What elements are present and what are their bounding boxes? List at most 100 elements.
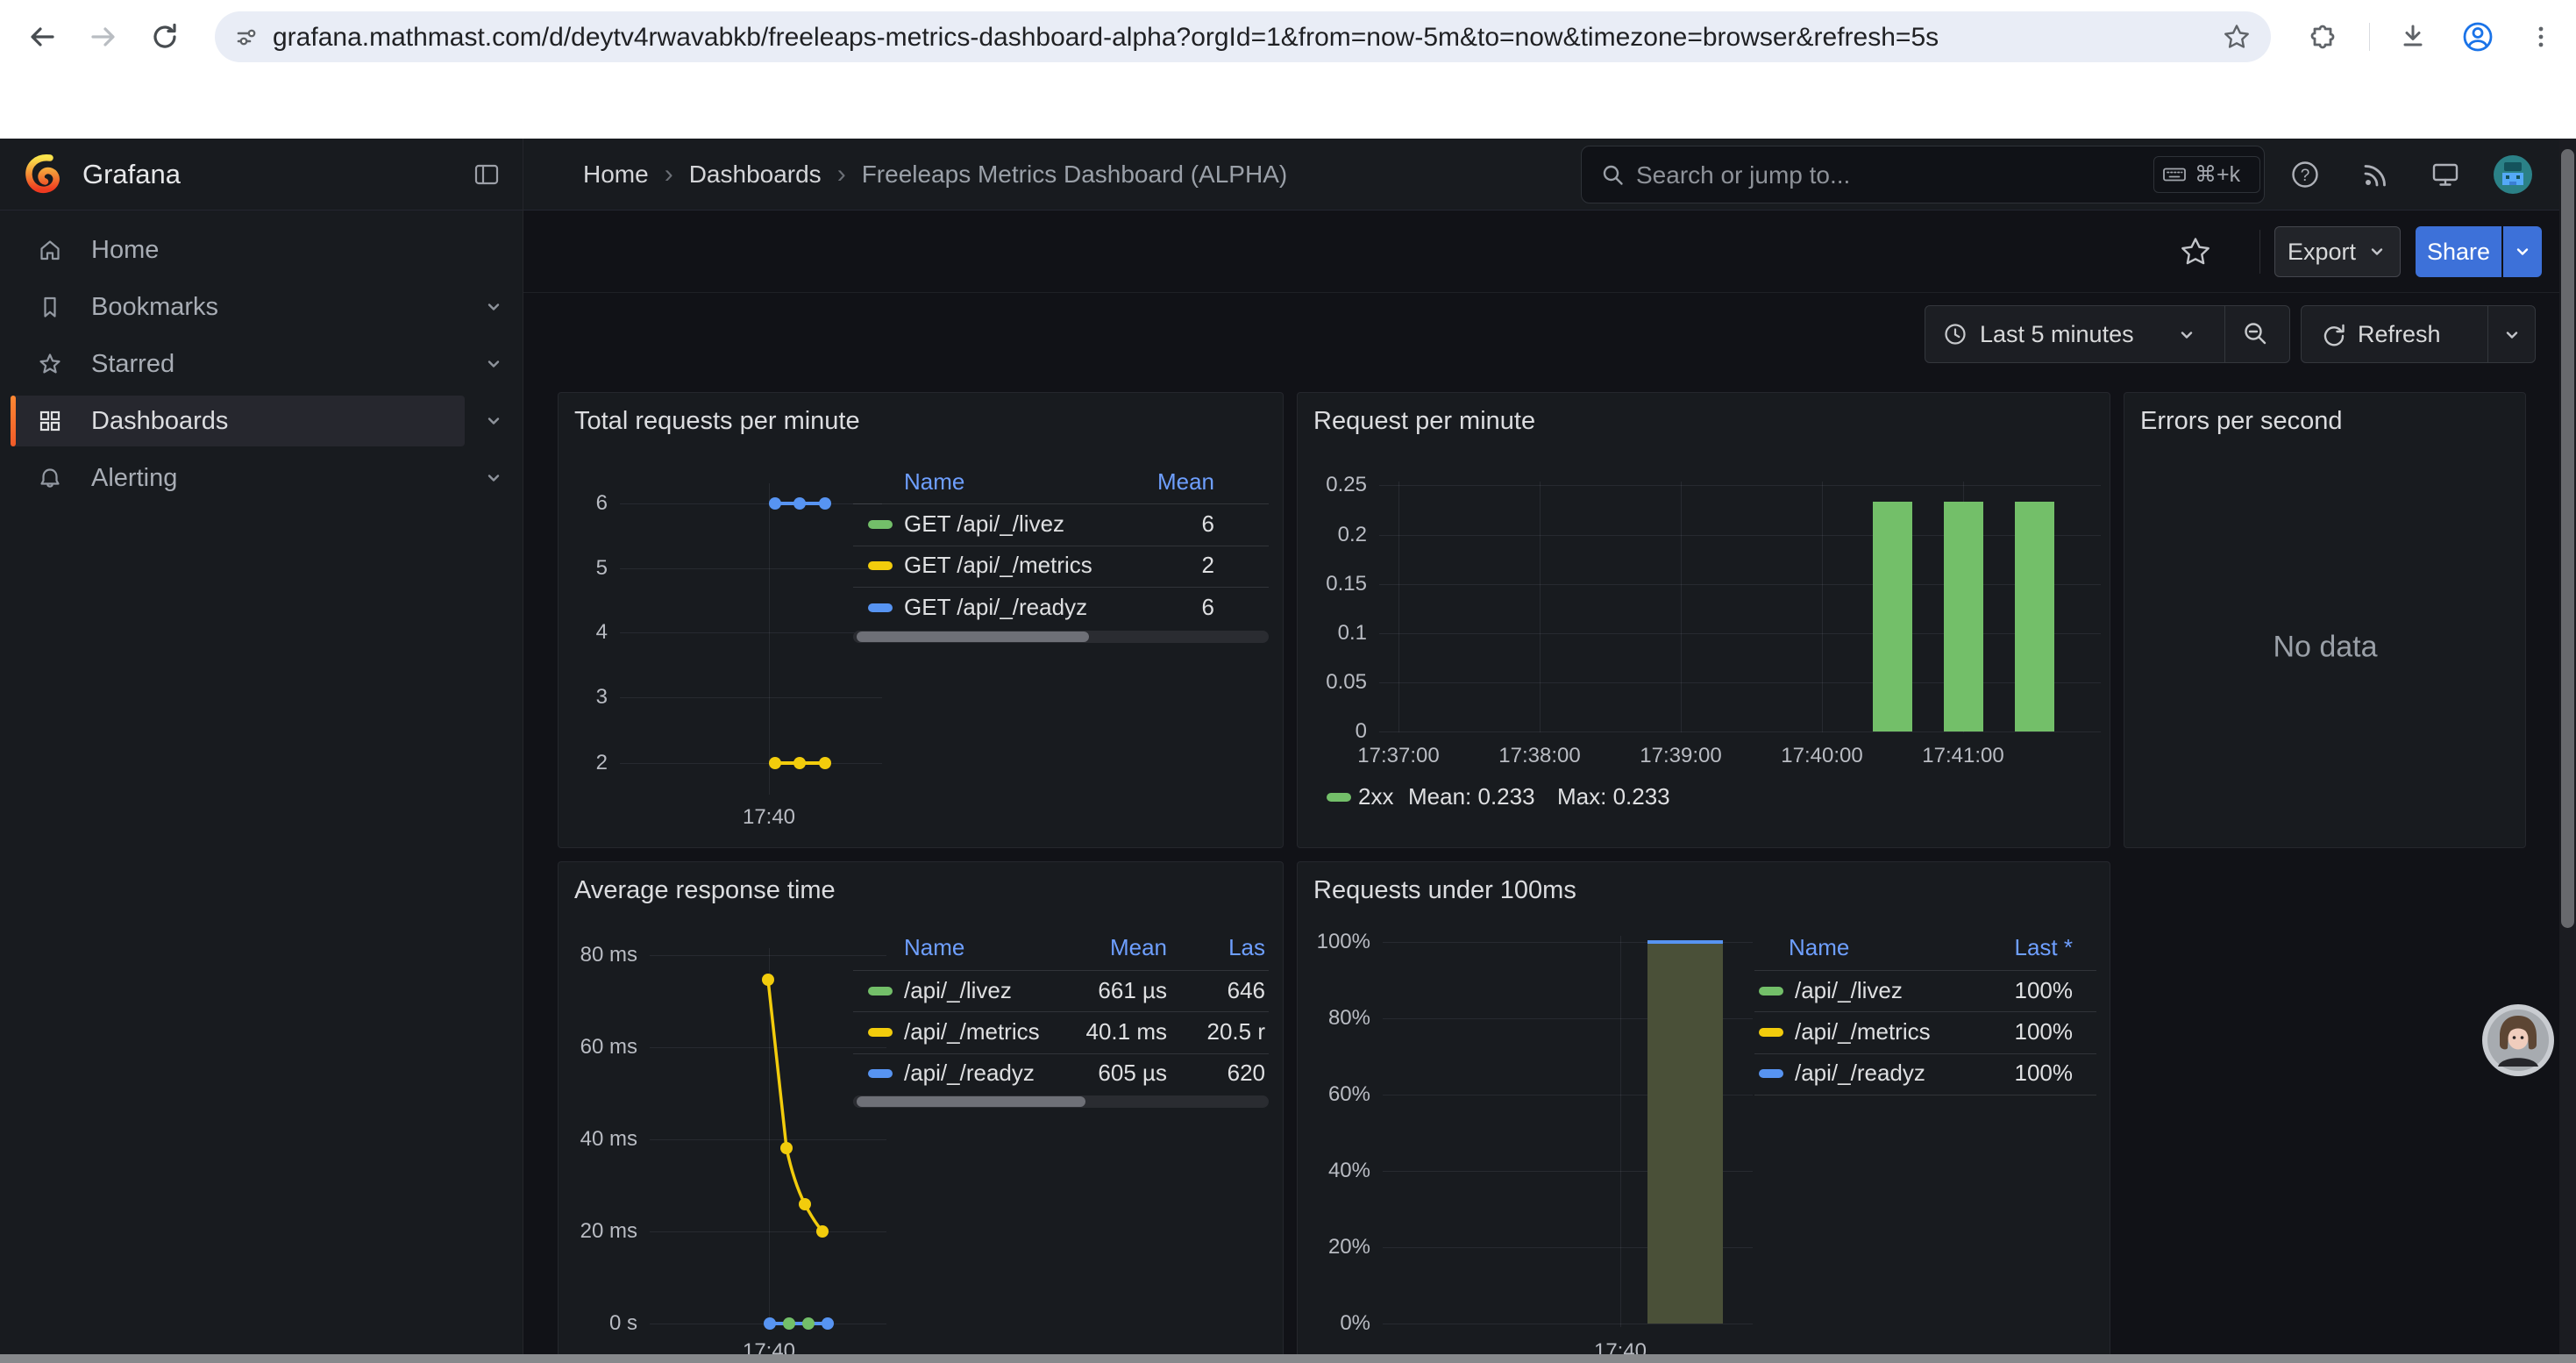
menu-dots-icon[interactable] — [2523, 19, 2558, 54]
panel-title[interactable]: Errors per second — [2140, 407, 2343, 436]
legend-series-name[interactable]: 2xx — [1358, 783, 1393, 810]
help-icon[interactable]: ? — [2288, 157, 2323, 192]
legend-header[interactable]: Las — [1090, 934, 1265, 961]
x-tick-label: 17:40:00 — [1752, 744, 1892, 768]
data-point — [764, 1317, 776, 1330]
profile-icon[interactable] — [2460, 19, 2495, 54]
legend-header[interactable]: Name — [904, 934, 964, 961]
site-info-icon[interactable] — [232, 23, 260, 51]
sidebar-item-alerting[interactable]: Alerting — [11, 453, 465, 503]
legend-header[interactable]: Name — [1789, 934, 1849, 961]
legend-swatch — [1759, 987, 1783, 995]
y-tick-label: 40 ms — [559, 1127, 637, 1152]
x-tick-label: 17:40 — [721, 805, 817, 830]
y-tick-label: 0.25 — [1298, 473, 1367, 497]
search-box[interactable]: ⌘+k — [1581, 146, 2265, 203]
legend-header[interactable]: Mean — [1039, 468, 1214, 496]
data-point — [769, 497, 781, 510]
address-bar[interactable] — [215, 11, 2271, 62]
sidebar-item-bookmarks[interactable]: Bookmarks — [11, 282, 465, 332]
gridline-vertical — [1398, 482, 1399, 732]
export-label: Export — [2288, 239, 2356, 266]
window-bottom-edge — [0, 1354, 2576, 1363]
sidebar-item-starred[interactable]: Starred — [11, 339, 465, 389]
legend-divider — [853, 587, 1269, 588]
chevron-down-icon[interactable] — [483, 467, 504, 489]
shortcut-chip: ⌘+k — [2153, 156, 2260, 193]
chevron-down-icon — [2366, 241, 2387, 262]
extensions-icon[interactable] — [2304, 19, 2339, 54]
series-line-top — [1647, 940, 1723, 944]
brand-name: Grafana — [82, 159, 181, 190]
chevron-down-icon[interactable] — [483, 410, 504, 432]
bookmark-icon — [37, 294, 63, 320]
share-button[interactable]: Share — [2416, 226, 2501, 277]
grafana-logo-icon[interactable] — [23, 153, 65, 196]
chevron-right-icon: › — [665, 160, 673, 189]
collapse-sidebar-icon[interactable] — [472, 160, 502, 189]
chevron-down-icon[interactable] — [483, 353, 504, 375]
time-range-label[interactable]: Last 5 minutes — [1980, 306, 2134, 362]
panel-title[interactable]: Total requests per minute — [574, 407, 860, 436]
assistant-avatar[interactable] — [2481, 1003, 2555, 1077]
y-tick-label: 4 — [559, 620, 608, 645]
toolbar-divider — [2369, 23, 2370, 51]
export-button[interactable]: Export — [2274, 226, 2401, 277]
sidebar-item-home[interactable]: Home — [11, 225, 465, 275]
panel-title[interactable]: Average response time — [574, 876, 836, 905]
chart-total-requests: 6543217:40NameMeanGET /api/_/livez6GET /… — [559, 393, 1283, 847]
reload-icon[interactable] — [147, 19, 182, 54]
breadcrumb-dashboards[interactable]: Dashboards — [689, 161, 822, 189]
data-point — [822, 1317, 834, 1330]
dashboard-canvas: Last 5 minutes Refresh 6543217:40NameMea… — [523, 293, 2576, 1363]
chevron-down-icon[interactable] — [483, 296, 504, 318]
y-tick-label: 0 — [1298, 719, 1367, 744]
y-tick-label: 0.1 — [1298, 621, 1367, 646]
refresh-label[interactable]: Refresh — [2358, 306, 2441, 362]
gridline-horizontal — [620, 503, 882, 504]
forward-icon[interactable] — [86, 19, 121, 54]
download-icon[interactable] — [2395, 19, 2430, 54]
legend-value: 100% — [1897, 977, 2073, 1004]
display-kiosk-icon[interactable] — [2428, 157, 2463, 192]
favorite-star-icon[interactable] — [2178, 234, 2213, 269]
gridline-vertical — [1540, 482, 1541, 732]
refresh-interval-chevron-icon[interactable] — [2501, 325, 2523, 346]
sidebar-item-dashboards[interactable]: Dashboards — [11, 396, 465, 446]
main-area: Home › Dashboards › Freeleaps Metrics Da… — [523, 139, 2576, 1363]
search-input[interactable] — [1634, 146, 2129, 204]
legend-swatch — [868, 561, 893, 570]
legend-scrollbar-thumb[interactable] — [857, 1096, 1085, 1107]
y-tick-label: 5 — [559, 556, 608, 581]
scrollbar-thumb[interactable] — [2561, 149, 2574, 928]
legend-value: 20.5 r — [1090, 1018, 1265, 1045]
panel-request-per-minute: 0.250.20.150.10.05017:37:0017:38:0017:39… — [1297, 392, 2110, 848]
user-avatar[interactable] — [2493, 154, 2533, 195]
legend-value: 2 — [1039, 552, 1214, 579]
back-icon[interactable] — [25, 19, 60, 54]
legend-value: 6 — [1039, 510, 1214, 538]
apps-icon — [37, 408, 63, 434]
shortcut-label: ⌘+k — [2195, 161, 2240, 188]
chevron-down-icon[interactable] — [2176, 325, 2197, 346]
breadcrumb-home[interactable]: Home — [583, 161, 649, 189]
gridline-horizontal — [1379, 731, 2101, 732]
legend-header[interactable]: Name — [904, 468, 964, 496]
legend-header[interactable]: Last * — [1897, 934, 2073, 961]
y-tick-label: 20% — [1298, 1235, 1370, 1260]
news-rss-icon[interactable] — [2359, 157, 2394, 192]
legend-series-name[interactable]: /api/_/livez — [1795, 977, 1903, 1004]
panel-title[interactable]: Request per minute — [1313, 407, 1535, 436]
panel-title[interactable]: Requests under 100ms — [1313, 876, 1576, 905]
bookmark-star-icon[interactable] — [2222, 22, 2252, 52]
svg-text:?: ? — [2301, 167, 2310, 185]
url-input[interactable] — [271, 11, 2186, 64]
zoom-out-icon[interactable] — [2241, 319, 2271, 349]
x-tick-label: 17:37:00 — [1328, 744, 1469, 768]
y-tick-label: 80% — [1298, 1006, 1370, 1031]
legend-max: Max: 0.233 — [1557, 783, 1670, 810]
chart-request-per-minute: 0.250.20.150.10.05017:37:0017:38:0017:39… — [1298, 393, 2110, 847]
bar — [1873, 502, 1912, 731]
legend-scrollbar-thumb[interactable] — [857, 632, 1089, 642]
share-menu-button[interactable] — [2503, 226, 2542, 277]
